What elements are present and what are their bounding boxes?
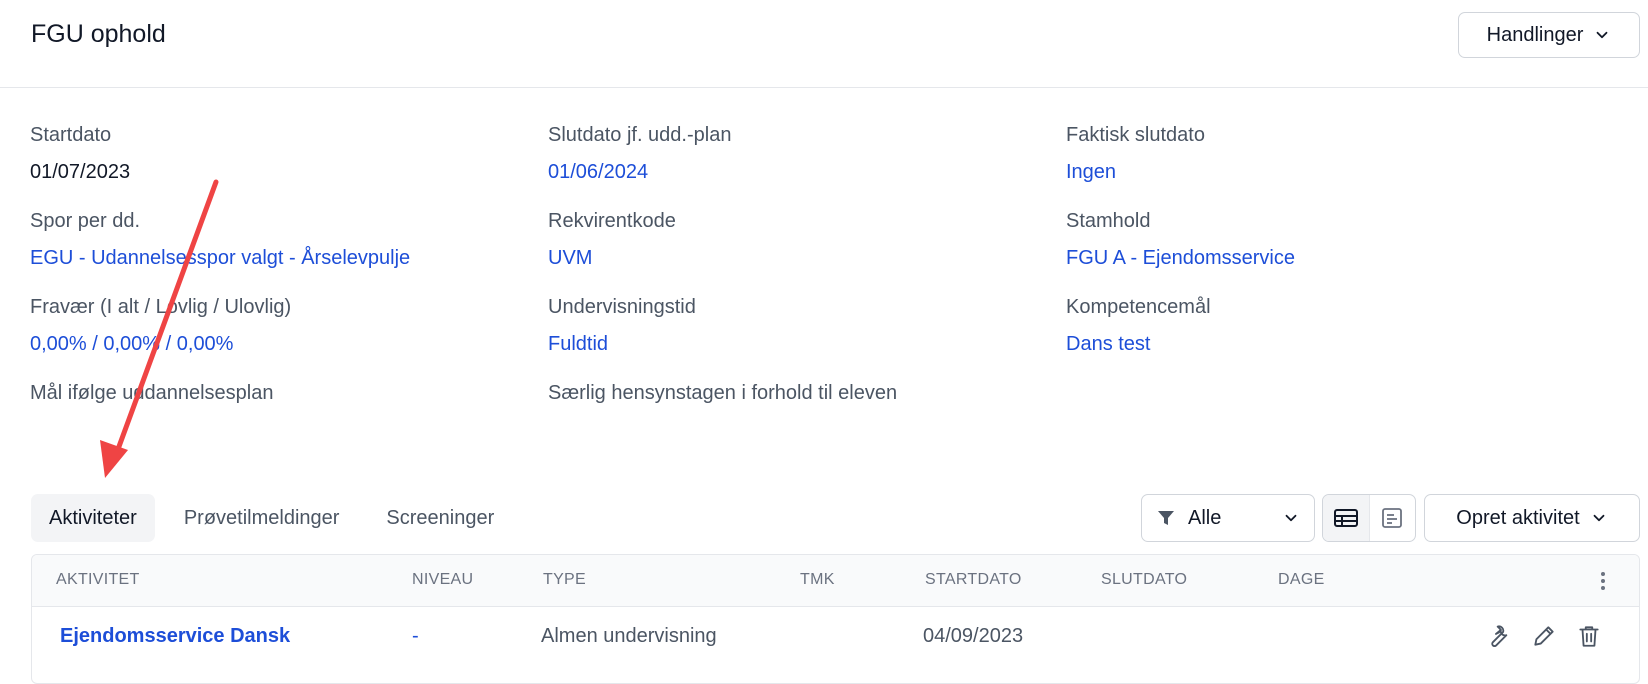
more-options-icon[interactable] (1593, 569, 1613, 593)
field-label: Rekvirentkode (548, 210, 676, 232)
field-label: Særlig hensynstagen i forhold til eleven (548, 382, 898, 404)
column-header-startdato[interactable]: STARTDATO (925, 571, 1022, 589)
edit-button[interactable] (1529, 621, 1559, 651)
field-label: Faktisk slutdato (1066, 124, 1205, 146)
cell-niveau[interactable]: - (412, 625, 419, 648)
field-faktisk-slutdato: Faktisk slutdato Ingen (1066, 124, 1205, 184)
field-value-link[interactable]: 0,00% / 0,00% / 0,00% (30, 333, 291, 356)
actions-dropdown-button[interactable]: Handlinger (1458, 12, 1640, 58)
activity-link[interactable]: Ejendomsservice Dansk (60, 625, 290, 648)
tab-bar: Aktiviteter Prøvetilmeldinger Screeninge… (31, 494, 523, 542)
field-label: Kompetencemål (1066, 296, 1211, 318)
column-header-tmk[interactable]: TMK (800, 571, 835, 589)
field-rekvirentkode: Rekvirentkode UVM (548, 210, 676, 270)
field-startdato: Startdato 01/07/2023 (30, 124, 130, 184)
field-value-link[interactable]: EGU - Udannelsesspor valgt - Årselevpulj… (30, 247, 410, 270)
column-header-niveau[interactable]: NIVEAU (412, 571, 473, 589)
field-label: Stamhold (1066, 210, 1151, 232)
filter-icon (1158, 511, 1174, 525)
field-label: Spor per dd. (30, 210, 141, 232)
create-activity-label: Opret aktivitet (1456, 506, 1580, 529)
page-title: FGU ophold (31, 20, 166, 48)
filter-value: Alle (1188, 506, 1222, 529)
field-label: Undervisningstid (548, 296, 696, 318)
field-kompetencemaal: Kompetencemål Dans test (1066, 296, 1211, 356)
field-label: Mål ifølge uddannelsesplan (30, 382, 274, 404)
field-undervisningstid: Undervisningstid Fuldtid (548, 296, 696, 356)
pencil-icon (1534, 626, 1554, 646)
configure-button[interactable] (1483, 621, 1513, 651)
cell-startdato: 04/09/2023 (923, 625, 1024, 647)
column-header-aktivitet[interactable]: AKTIVITET (56, 571, 140, 589)
tab-aktiviteter[interactable]: Aktiviteter (31, 494, 155, 542)
field-hensyn: Særlig hensynstagen i forhold til eleven (548, 382, 897, 405)
list-view-button[interactable] (1368, 495, 1416, 541)
field-spor: Spor per dd. EGU - Udannelsesspor valgt … (30, 210, 410, 270)
field-value-link[interactable]: FGU A - Ejendomsservice (1066, 247, 1295, 270)
table-view-button[interactable] (1323, 495, 1369, 541)
page-header: FGU ophold Handlinger (0, 0, 1648, 88)
field-value-link[interactable]: UVM (548, 247, 676, 270)
field-slutdato-plan: Slutdato jf. udd.-plan 01/06/2024 (548, 124, 731, 184)
table-icon (1333, 509, 1358, 527)
field-value-link[interactable]: Dans test (1066, 333, 1211, 356)
field-value-link[interactable]: 01/06/2024 (548, 161, 731, 184)
field-label: Slutdato jf. udd.-plan (548, 124, 732, 146)
cell-type: Almen undervisning (541, 625, 717, 647)
field-maal: Mål ifølge uddannelsesplan (30, 382, 274, 405)
column-header-dage[interactable]: DAGE (1278, 571, 1325, 589)
column-header-type[interactable]: TYPE (543, 571, 586, 589)
wrench-icon (1491, 625, 1508, 647)
create-activity-button[interactable]: Opret aktivitet (1424, 494, 1640, 542)
filter-select[interactable]: Alle (1141, 494, 1315, 542)
trash-icon (1579, 626, 1599, 647)
view-toggle (1322, 494, 1416, 542)
actions-label: Handlinger (1486, 23, 1584, 46)
field-value-link[interactable]: Fuldtid (548, 333, 696, 356)
document-list-icon (1382, 508, 1403, 528)
field-label: Startdato (30, 124, 112, 146)
tab-screeninger[interactable]: Screeninger (368, 494, 512, 542)
chevron-down-icon (1285, 514, 1297, 522)
chevron-down-icon (1596, 31, 1608, 39)
chevron-down-icon (1593, 514, 1605, 522)
field-fravaer: Fravær (I alt / Lovlig / Ulovlig) 0,00% … (30, 296, 291, 356)
field-stamhold: Stamhold FGU A - Ejendomsservice (1066, 210, 1295, 270)
field-value-link[interactable]: Ingen (1066, 161, 1205, 184)
tab-provetilmeldinger[interactable]: Prøvetilmeldinger (166, 494, 358, 542)
field-label: Fravær (I alt / Lovlig / Ulovlig) (30, 296, 292, 318)
column-header-slutdato[interactable]: SLUTDATO (1101, 571, 1187, 589)
delete-button[interactable] (1574, 621, 1604, 651)
table-header: AKTIVITET NIVEAU TYPE TMK STARTDATO SLUT… (32, 555, 1639, 607)
field-value: 01/07/2023 (30, 161, 131, 183)
activities-table: AKTIVITET NIVEAU TYPE TMK STARTDATO SLUT… (31, 554, 1640, 684)
